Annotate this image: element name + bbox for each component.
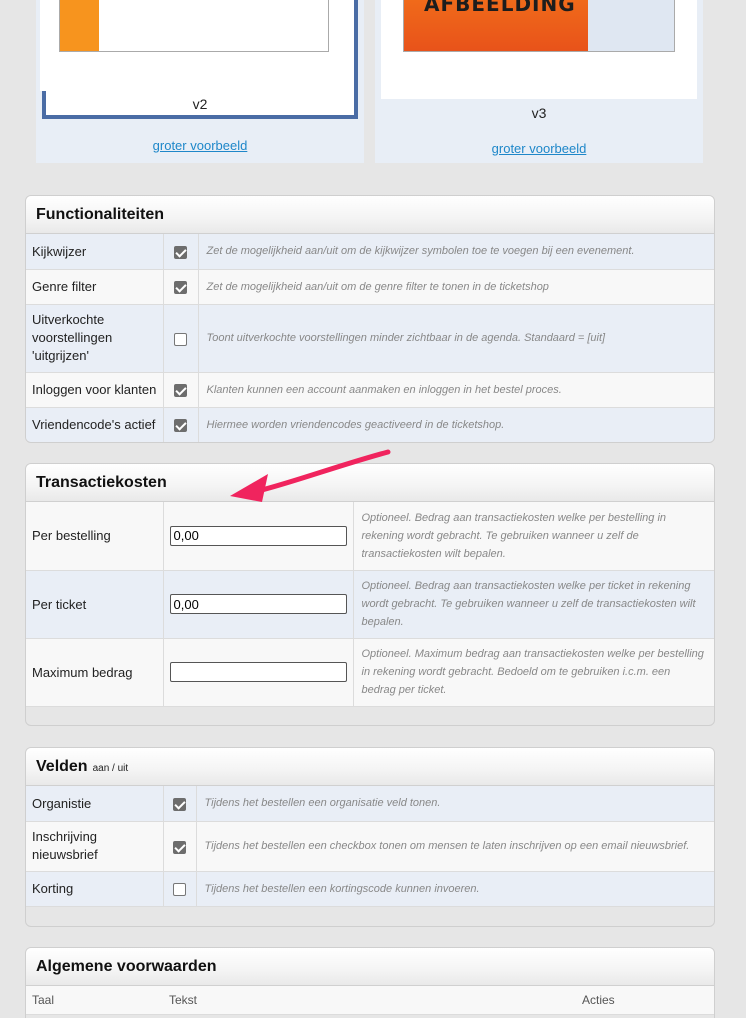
transactiekosten-table: Per bestelling Optioneel. Bedrag aan tra… [26, 502, 714, 707]
velden-table: Organistie Tijdens het bestellen een org… [26, 786, 714, 907]
table-row: Uitverkochte voorstellingen 'uitgrijzen'… [26, 304, 714, 373]
velden-panel: Velden aan / uit Organistie Tijdens het … [25, 747, 715, 927]
larger-preview-link[interactable]: groter voorbeeld [375, 141, 703, 156]
row-description: Optioneel. Bedrag aan transactiekosten w… [353, 502, 714, 571]
preview-thumbnail-v2[interactable] [59, 0, 329, 52]
row-description: Hiermee worden vriendencodes geactiveerd… [198, 407, 714, 442]
row-description: Tijdens het bestellen een organisatie ve… [196, 786, 714, 822]
row-label: Maximum bedrag [26, 638, 164, 707]
per-bestelling-input[interactable] [169, 525, 347, 546]
table-row: Per bestelling Optioneel. Bedrag aan tra… [26, 502, 714, 571]
preview-card-v3[interactable]: AFBEELDING v3 groter voorbeeld [375, 0, 703, 163]
table-row: Vriendencode's actief Hiermee worden vri… [26, 407, 714, 442]
row-label: Inloggen voor klanten [26, 372, 164, 408]
functionaliteiten-panel: Functionaliteiten Kijkwijzer Zet de moge… [25, 195, 715, 443]
kijkwijzer-checkbox[interactable] [174, 245, 187, 259]
functionaliteiten-table: Kijkwijzer Zet de mogelijkheid aan/uit o… [26, 234, 714, 442]
table-row: Genre filter Zet de mogelijkheid aan/uit… [26, 269, 714, 305]
panel-title: Functionaliteiten [36, 205, 164, 223]
nieuwsbrief-checkbox[interactable] [173, 840, 186, 854]
row-label: Per bestelling [26, 502, 164, 571]
preview-card-v2[interactable]: v2 groter voorbeeld [36, 0, 364, 163]
table-row: Korting Tijdens het bestellen een kortin… [26, 871, 714, 907]
row-label: Genre filter [26, 269, 164, 305]
uitgrijzen-checkbox[interactable] [174, 332, 187, 346]
row-label: Organistie [26, 786, 164, 822]
column-header-taal: Taal [26, 986, 163, 1015]
row-description: Zet de mogelijkheid aan/uit om de genre … [198, 269, 714, 305]
larger-preview-link[interactable]: groter voorbeeld [36, 138, 364, 153]
row-label: Per ticket [26, 570, 164, 639]
row-description: Zet de mogelijkheid aan/uit om de kijkwi… [198, 234, 714, 270]
panel-title: Algemene voorwaarden [36, 957, 217, 975]
panel-title: Velden [36, 757, 88, 775]
voorwaarden-panel: Algemene voorwaarden Taal Tekst Acties [25, 947, 715, 1018]
table-header-row: Taal Tekst Acties [26, 986, 714, 1015]
row-label: Korting [26, 871, 164, 907]
panel-subtitle: aan / uit [92, 763, 129, 774]
column-header-acties: Acties [576, 986, 714, 1015]
row-label: Uitverkochte voorstellingen 'uitgrijzen' [26, 304, 164, 373]
row-description: Optioneel. Bedrag aan transactiekosten w… [353, 570, 714, 639]
row-description: Tijdens het bestellen een checkbox tonen… [196, 821, 714, 872]
preview-thumbnail-v3[interactable]: AFBEELDING [403, 0, 675, 52]
table-row: Inloggen voor klanten Klanten kunnen een… [26, 372, 714, 408]
row-description: Toont uitverkochte voorstellingen minder… [198, 304, 714, 373]
row-description: Klanten kunnen een account aanmaken en i… [198, 372, 714, 408]
transactiekosten-panel: Transactiekosten Per bestelling Optionee… [25, 463, 715, 726]
preview-caption: v2 [192, 96, 208, 112]
banner-text: AFBEELDING [424, 0, 576, 16]
table-row: Organistie Tijdens het bestellen een org… [26, 786, 714, 822]
maximum-bedrag-input[interactable] [169, 662, 347, 682]
row-label: Kijkwijzer [26, 234, 164, 270]
vriendencode-checkbox[interactable] [174, 419, 187, 433]
inloggen-klanten-checkbox[interactable] [174, 384, 187, 398]
row-description: Optioneel. Maximum bedrag aan transactie… [353, 638, 714, 707]
table-row: Inschrijving nieuwsbrief Tijdens het bes… [26, 821, 714, 872]
template-preview-area: v2 groter voorbeeld AFBEELDING v3 groter… [25, 0, 714, 175]
voorwaarden-table: Taal Tekst Acties [26, 986, 714, 1015]
row-label: Vriendencode's actief [26, 407, 164, 442]
column-header-tekst: Tekst [163, 986, 576, 1015]
panel-title: Transactiekosten [36, 473, 167, 491]
row-label: Inschrijving nieuwsbrief [26, 821, 164, 872]
organisatie-checkbox[interactable] [173, 797, 186, 811]
genre-filter-checkbox[interactable] [174, 281, 187, 295]
table-row: Maximum bedrag Optioneel. Maximum bedrag… [26, 638, 714, 707]
table-row: Per ticket Optioneel. Bedrag aan transac… [26, 570, 714, 639]
row-description: Tijdens het bestellen een kortingscode k… [196, 871, 714, 907]
table-row: Kijkwijzer Zet de mogelijkheid aan/uit o… [26, 234, 714, 270]
per-ticket-input[interactable] [169, 594, 347, 614]
preview-caption: v3 [531, 105, 547, 121]
korting-checkbox[interactable] [173, 883, 186, 897]
